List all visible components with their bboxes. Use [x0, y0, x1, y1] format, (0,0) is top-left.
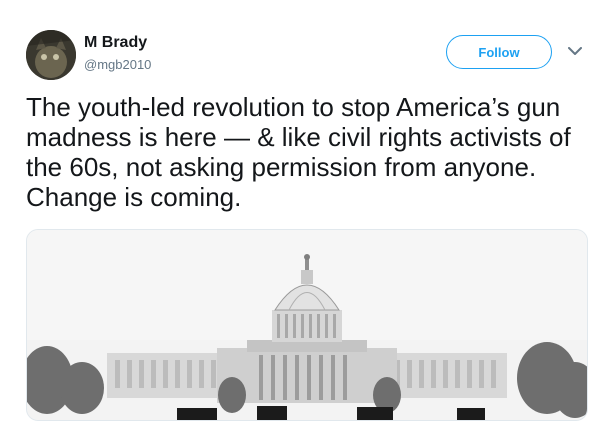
tweet-text: The youth-led revolution to stop America…	[26, 92, 571, 212]
author-handle[interactable]: @mgb2010	[84, 57, 151, 72]
chevron-down-icon[interactable]	[566, 44, 584, 58]
follow-button[interactable]: Follow	[446, 35, 552, 69]
avatar[interactable]	[26, 30, 76, 80]
capitol-illustration-icon	[27, 230, 587, 420]
avatar-image	[26, 30, 76, 80]
author-name[interactable]: M Brady	[84, 34, 147, 52]
tweet-media[interactable]	[26, 229, 588, 421]
